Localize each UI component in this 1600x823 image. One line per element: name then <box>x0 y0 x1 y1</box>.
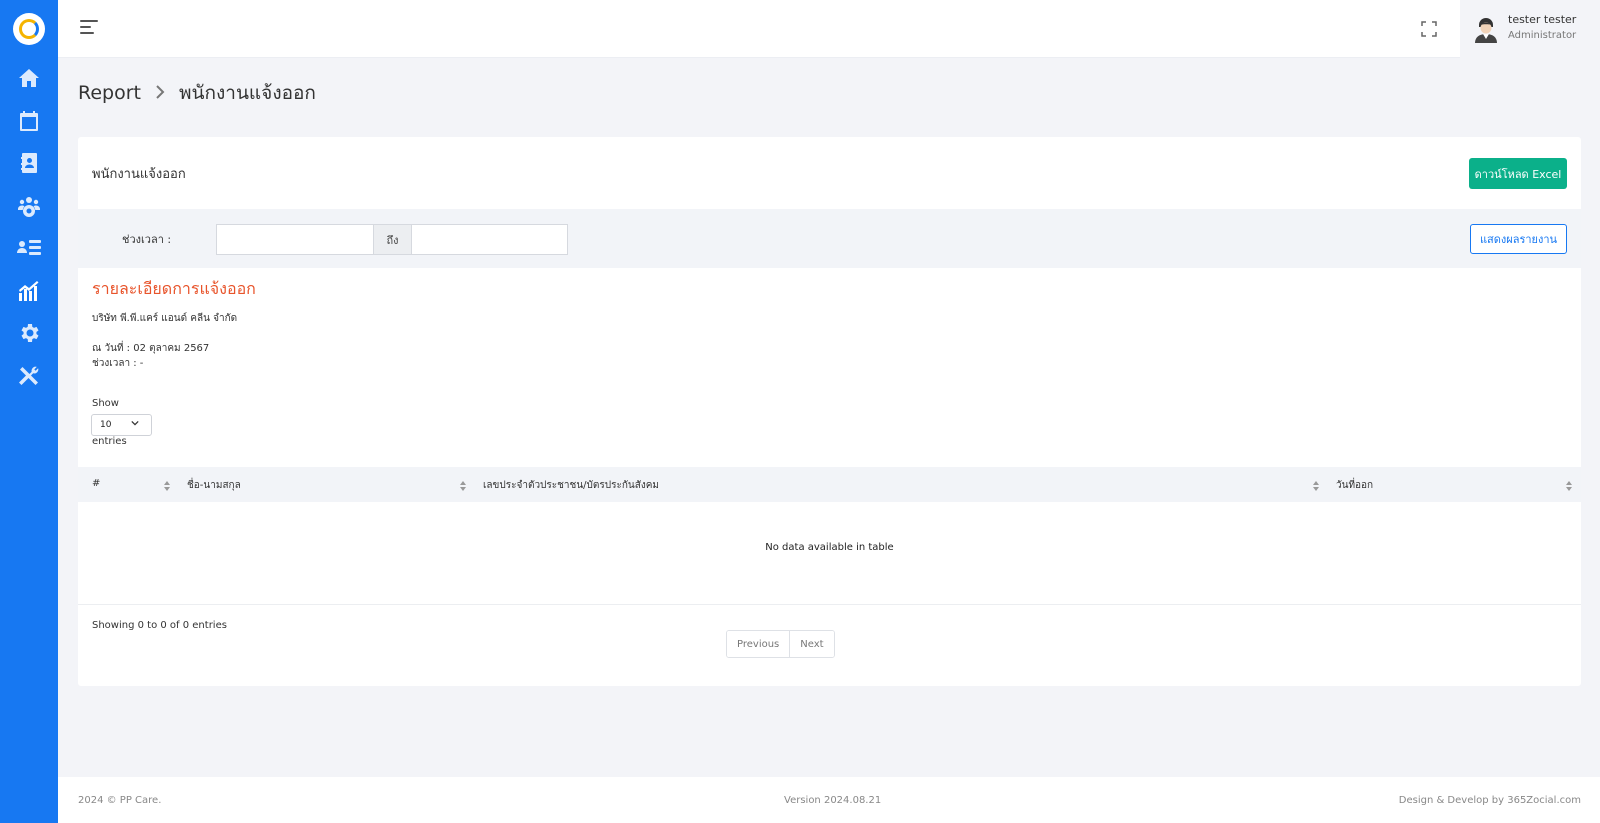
filter-row: ช่วงเวลา : ถึง แสดงผลรายงาน <box>78 209 1581 268</box>
show-report-button[interactable]: แสดงผลรายงาน <box>1470 224 1567 254</box>
report-detail-title: รายละเอียดการแจ้งออก <box>92 279 256 298</box>
settings-icon[interactable] <box>17 321 41 345</box>
date-to-input[interactable] <box>411 224 568 255</box>
user-list-icon[interactable] <box>17 236 41 260</box>
avatar <box>1475 18 1497 43</box>
home-icon[interactable] <box>17 66 41 90</box>
column-header-index[interactable]: # <box>92 478 100 489</box>
report-card: พนักงานแจ้งออก ดาวน์โหลด Excel ช่วงเวลา … <box>78 137 1581 686</box>
user-menu[interactable]: tester tester Administrator <box>1460 0 1600 58</box>
pagination: Previous Next <box>726 630 835 658</box>
fullscreen-icon[interactable] <box>1421 21 1437 37</box>
sort-icon[interactable] <box>1313 481 1319 491</box>
next-page-button[interactable]: Next <box>789 631 834 657</box>
page-size-value: 10 <box>100 420 112 430</box>
entries-label: entries <box>92 436 127 447</box>
top-header: tester tester Administrator <box>58 0 1600 58</box>
footer: 2024 © PP Care. Version 2024.08.21 Desig… <box>58 777 1600 823</box>
column-header-name[interactable]: ชื่อ-นามสกุล <box>187 478 241 493</box>
card-title: พนักงานแจ้งออก <box>92 167 186 182</box>
employee-contact-icon[interactable] <box>17 151 41 175</box>
date-from-input[interactable] <box>216 224 374 255</box>
footer-credit: Design & Develop by 365Zocial.com <box>1398 795 1581 806</box>
user-role: Administrator <box>1508 30 1577 41</box>
team-gear-icon[interactable] <box>17 194 41 218</box>
date-range-separator: ถึง <box>374 224 411 255</box>
column-header-id[interactable]: เลขประจำตัวประชาชน/บัตรประกันสังคม <box>483 478 659 493</box>
footer-copyright: 2024 © PP Care. <box>78 795 162 806</box>
footer-version: Version 2024.08.21 <box>784 795 882 806</box>
previous-page-button[interactable]: Previous <box>727 631 790 657</box>
payroll-calendar-icon[interactable] <box>17 109 41 133</box>
chevron-down-icon <box>131 420 139 426</box>
empty-table-message: No data available in table <box>765 542 894 553</box>
sidebar <box>0 0 58 823</box>
company-name: บริษัท พี.พี.แคร์ แอนด์ คลีน จำกัด <box>92 313 238 324</box>
report-period: ช่วงเวลา : - <box>92 358 144 369</box>
sort-icon[interactable] <box>460 481 466 491</box>
table-header: # ชื่อ-นามสกุล เลขประจำตัวประชาชน/บัตรปร… <box>78 467 1581 502</box>
page-title: พนักงานแจ้งออก <box>178 82 316 104</box>
menu-toggle-icon[interactable] <box>80 20 98 36</box>
tools-icon[interactable] <box>17 364 41 388</box>
page-size-select[interactable]: 10 <box>91 414 152 436</box>
sort-icon[interactable] <box>1566 481 1572 491</box>
table-summary: Showing 0 to 0 of 0 entries <box>92 620 227 631</box>
column-header-exit-date[interactable]: วันที่ออก <box>1336 478 1373 493</box>
period-label: ช่วงเวลา : <box>122 233 172 246</box>
breadcrumb: Report พนักงานแจ้งออก <box>78 78 316 108</box>
chevron-right-icon <box>155 84 165 103</box>
as-of-date: ณ วันที่ : 02 ตุลาคม 2567 <box>92 343 210 354</box>
app-logo[interactable] <box>13 13 45 45</box>
sort-icon[interactable] <box>164 481 170 491</box>
breadcrumb-report[interactable]: Report <box>78 82 141 104</box>
user-name: tester tester <box>1508 13 1577 26</box>
show-label: Show <box>92 398 119 409</box>
download-excel-button[interactable]: ดาวน์โหลด Excel <box>1469 158 1567 189</box>
report-chart-icon[interactable] <box>17 279 41 303</box>
divider <box>78 604 1581 605</box>
